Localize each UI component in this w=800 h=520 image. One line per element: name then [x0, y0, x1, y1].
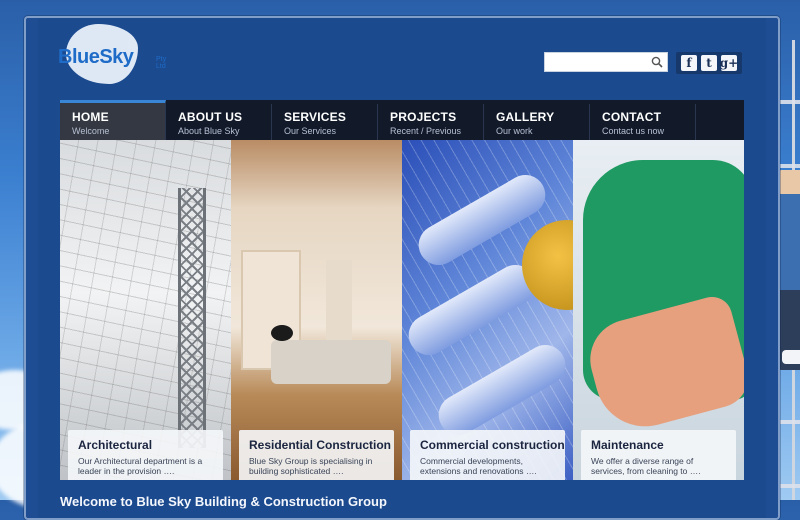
service-panels: Architectural Our Architectural departme…: [60, 140, 744, 480]
panel-card[interactable]: Architectural Our Architectural departme…: [68, 430, 223, 480]
nav-item-sublabel: Our Services: [284, 126, 337, 136]
lamp-image: [271, 325, 293, 341]
nav-item-label: SERVICES: [284, 110, 347, 124]
nav-item-services[interactable]: SERVICES Our Services: [272, 104, 378, 142]
panel-commercial-construction[interactable]: Commercial construction Commercial devel…: [402, 140, 573, 480]
panel-card[interactable]: Maintenance We offer a diverse range of …: [581, 430, 736, 480]
search-input[interactable]: [545, 54, 653, 72]
logo-brand-part1: Blue: [58, 46, 100, 68]
facebook-icon[interactable]: f: [681, 55, 697, 71]
google-plus-icon[interactable]: g+: [720, 55, 738, 71]
panel-description: Our Architectural department is a leader…: [78, 456, 203, 476]
crane-tower-image: [178, 188, 206, 448]
worker-boot-decoration: [782, 350, 800, 364]
panel-description: Commercial developments, extensions and …: [420, 456, 537, 476]
panel-card[interactable]: Commercial construction Commercial devel…: [410, 430, 565, 480]
panel-title: Commercial construction: [420, 438, 565, 452]
nav-item-label: PROJECTS: [390, 110, 457, 124]
panel-description: Blue Sky Group is specialising in buildi…: [249, 456, 373, 476]
panel-title: Residential Construction: [249, 438, 392, 452]
nav-item-sublabel: Welcome: [72, 126, 110, 136]
social-links: f t g+: [676, 52, 742, 74]
welcome-heading: Welcome to Blue Sky Building & Construct…: [60, 494, 387, 509]
logo-suffix: Pty Ltd: [156, 56, 167, 70]
search-box: [544, 52, 668, 72]
logo[interactable]: BlueSky Pty Ltd: [58, 24, 168, 88]
search-icon[interactable]: [651, 56, 663, 68]
panel-card[interactable]: Residential Construction Blue Sky Group …: [239, 430, 394, 480]
nav-item-sublabel: Recent / Previous: [390, 126, 462, 136]
nav-item-about-us[interactable]: ABOUT US About Blue Sky: [166, 104, 272, 142]
twitter-icon[interactable]: t: [701, 55, 717, 71]
panel-architectural[interactable]: Architectural Our Architectural departme…: [60, 140, 231, 480]
panel-title: Architectural: [78, 438, 153, 452]
nav-item-label: CONTACT: [602, 110, 662, 124]
panel-residential-construction[interactable]: Residential Construction Blue Sky Group …: [231, 140, 402, 480]
nav-item-label: ABOUT US: [178, 110, 243, 124]
main-nav: HOME Welcome ABOUT US About Blue Sky SER…: [60, 100, 744, 142]
panel-maintenance[interactable]: Maintenance We offer a diverse range of …: [573, 140, 744, 480]
nav-item-sublabel: Contact us now: [602, 126, 665, 136]
nav-item-projects[interactable]: PROJECTS Recent / Previous: [378, 104, 484, 142]
page-frame: BlueSky Pty Ltd f t g+ HOME Welcome ABOU…: [24, 16, 780, 520]
logo-brand: BlueSky: [58, 46, 134, 69]
nav-item-home[interactable]: HOME Welcome: [60, 100, 166, 142]
nav-item-label: HOME: [72, 110, 109, 124]
nav-item-label: GALLERY: [496, 110, 555, 124]
sofa-image: [271, 340, 391, 384]
nav-item-sublabel: About Blue Sky: [178, 126, 240, 136]
logo-brand-part2: Sky: [99, 46, 134, 68]
nav-item-gallery[interactable]: GALLERY Our work: [484, 104, 590, 142]
blueprint-roll-image: [402, 257, 543, 363]
nav-item-sublabel: Our work: [496, 126, 533, 136]
nav-item-contact[interactable]: CONTACT Contact us now: [590, 104, 696, 142]
panel-title: Maintenance: [591, 438, 664, 452]
blueprint-roll-image: [431, 337, 573, 443]
panel-description: We offer a diverse range of services, fr…: [591, 456, 701, 476]
